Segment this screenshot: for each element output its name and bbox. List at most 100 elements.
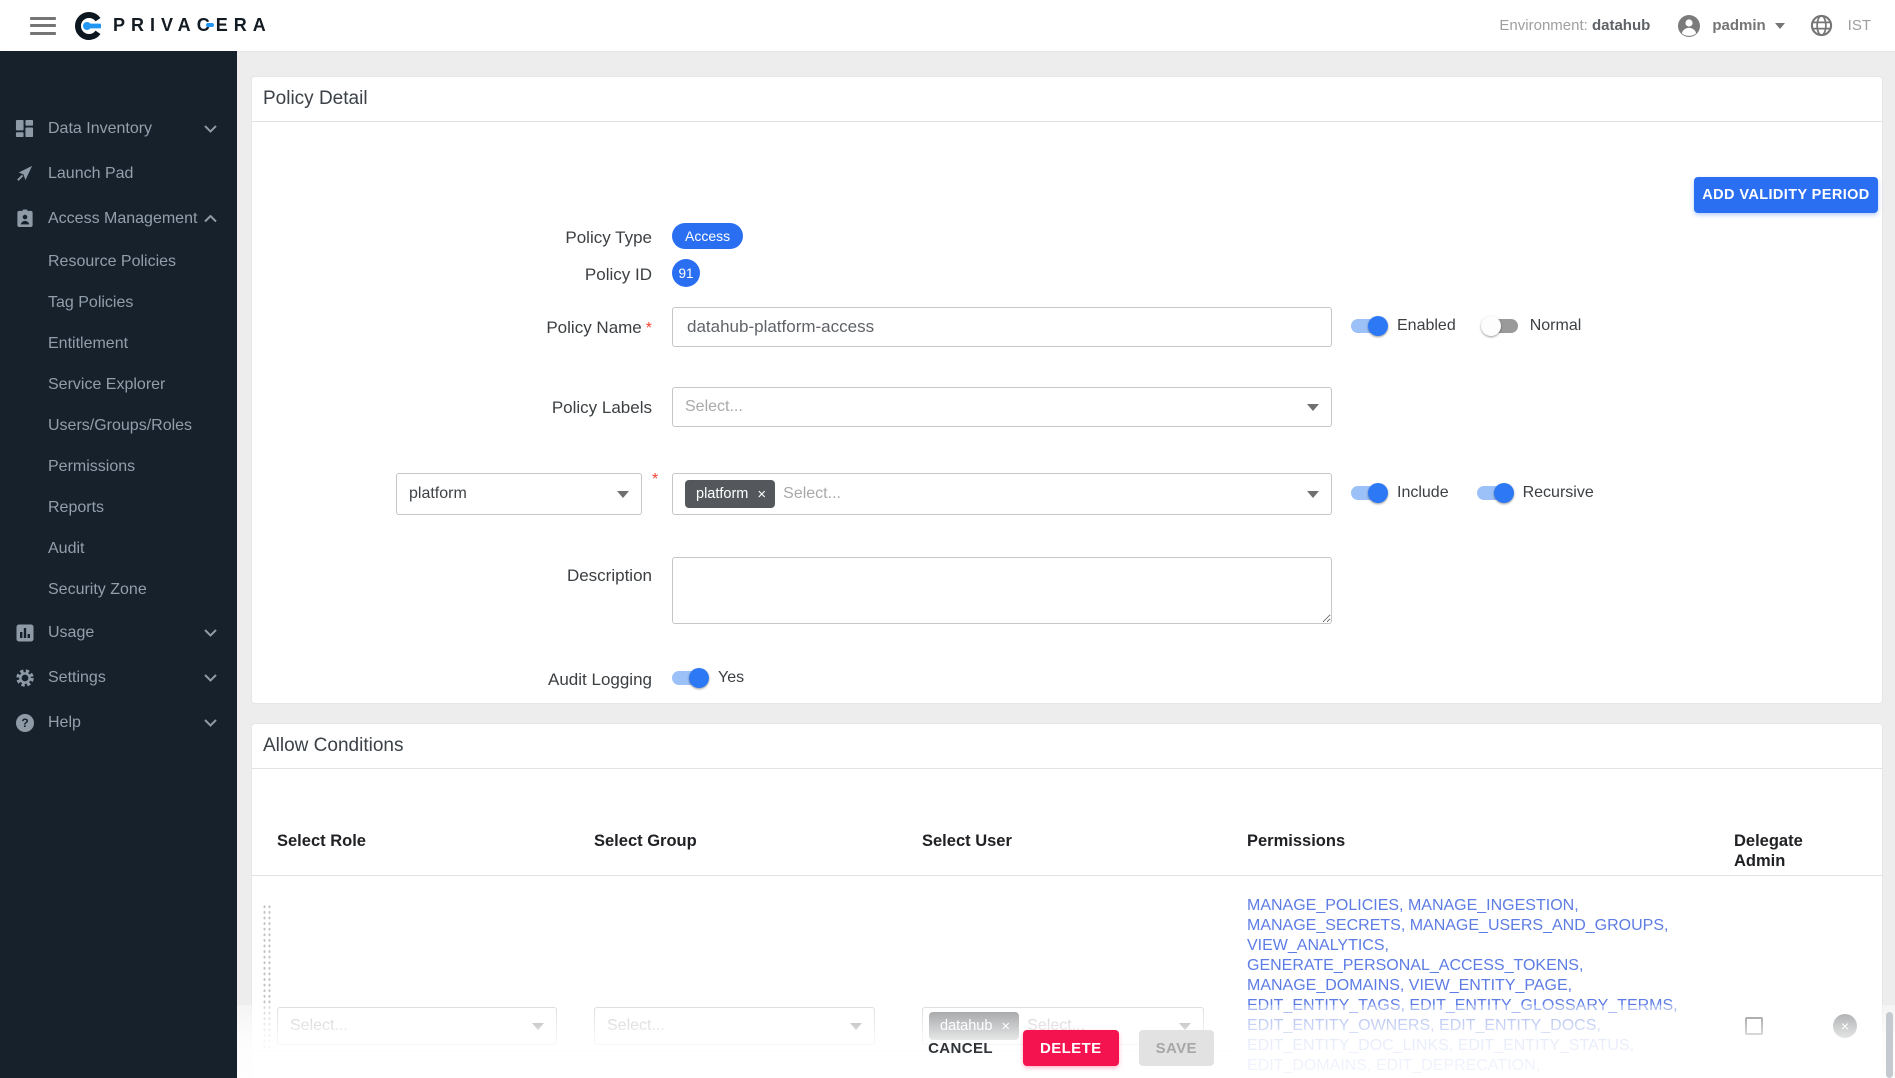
- sidebar-item-entitlement[interactable]: Entitlement: [0, 323, 237, 364]
- sidebar-item-label: Data Inventory: [48, 120, 152, 138]
- sidebar-subitem-label: Tag Policies: [48, 294, 133, 312]
- recursive-toggle[interactable]: [1477, 486, 1511, 500]
- chevron-down-icon: [1775, 23, 1785, 29]
- policy-name-label: Policy Name*: [252, 318, 652, 338]
- username: padmin: [1712, 17, 1765, 34]
- sidebar: Data Inventory Launch Pad Access Managem…: [0, 51, 237, 1078]
- policy-labels-select[interactable]: Select...: [672, 387, 1332, 427]
- save-button[interactable]: SAVE: [1139, 1030, 1214, 1066]
- action-footer: CANCEL DELETE SAVE: [237, 1018, 1895, 1078]
- column-header-select-role: Select Role: [277, 831, 366, 851]
- help-icon: ?: [14, 712, 35, 733]
- chart-icon: [14, 622, 35, 643]
- enabled-toggle-label: Enabled: [1397, 317, 1456, 335]
- sidebar-item-data-inventory[interactable]: Data Inventory: [0, 106, 237, 151]
- scrollbar-thumb[interactable]: [1886, 1012, 1893, 1078]
- chevron-down-icon: [204, 125, 217, 133]
- include-toggle[interactable]: [1351, 486, 1385, 500]
- resource-value-multiselect[interactable]: platform× Select...: [672, 473, 1332, 515]
- resource-chip: platform×: [685, 480, 775, 508]
- environment-text: Environment: datahub: [1499, 17, 1650, 34]
- policy-id-badge: 91: [672, 259, 700, 287]
- recursive-toggle-label: Recursive: [1523, 484, 1594, 502]
- sidebar-item-permissions[interactable]: Permissions: [0, 446, 237, 487]
- policy-id-label: Policy ID: [252, 265, 652, 285]
- policy-detail-card: Policy Detail ADD VALIDITY PERIOD Policy…: [251, 76, 1883, 704]
- include-toggle-label: Include: [1397, 484, 1449, 502]
- sidebar-item-label: Help: [48, 714, 81, 732]
- sidebar-item-label: Settings: [48, 669, 106, 687]
- description-label: Description: [252, 566, 652, 586]
- sidebar-subitem-label: Permissions: [48, 458, 135, 476]
- sidebar-item-settings[interactable]: Settings: [0, 655, 237, 700]
- chevron-down-icon: [204, 629, 217, 637]
- column-header-delegate-admin: Delegate Admin: [1734, 831, 1819, 871]
- policy-name-input[interactable]: [672, 307, 1332, 347]
- chip-remove-icon[interactable]: ×: [757, 487, 766, 502]
- gear-icon: [14, 667, 35, 688]
- main-content: Policy Detail ADD VALIDITY PERIOD Policy…: [237, 51, 1895, 1078]
- column-header-permissions: Permissions: [1247, 831, 1345, 851]
- normal-toggle[interactable]: [1484, 319, 1518, 333]
- sidebar-subitem-label: Users/Groups/Roles: [48, 417, 192, 435]
- policy-type-badge: Access: [672, 223, 743, 249]
- badge-icon: [14, 208, 35, 229]
- sidebar-item-reports[interactable]: Reports: [0, 487, 237, 528]
- required-marker: *: [652, 471, 658, 489]
- sidebar-subitem-label: Service Explorer: [48, 376, 165, 394]
- sidebar-item-label: Access Management: [48, 210, 197, 228]
- sidebar-item-access-management[interactable]: Access Management: [0, 196, 237, 241]
- globe-icon[interactable]: [1809, 13, 1834, 38]
- select-placeholder: Select...: [783, 485, 841, 503]
- sidebar-item-launch-pad[interactable]: Launch Pad: [0, 151, 237, 196]
- policy-type-label: Policy Type: [252, 228, 652, 248]
- svg-text:?: ?: [21, 716, 28, 730]
- cancel-button[interactable]: CANCEL: [918, 1030, 1003, 1066]
- sidebar-item-label: Usage: [48, 624, 94, 642]
- user-menu[interactable]: padmin: [1712, 17, 1784, 34]
- chevron-down-icon: [204, 719, 217, 727]
- description-textarea[interactable]: [672, 557, 1332, 624]
- add-validity-period-button[interactable]: ADD VALIDITY PERIOD: [1694, 177, 1878, 213]
- column-header-select-group: Select Group: [594, 831, 697, 851]
- rocket-icon: [14, 163, 35, 184]
- audit-logging-value: Yes: [718, 669, 744, 687]
- user-avatar-icon[interactable]: [1676, 13, 1702, 39]
- chevron-down-icon: [204, 674, 217, 682]
- sidebar-subitem-label: Resource Policies: [48, 253, 176, 271]
- required-marker: *: [646, 320, 652, 337]
- chevron-up-icon: [204, 215, 217, 223]
- dropdown-arrow-icon: [617, 491, 629, 498]
- grid-icon: [14, 118, 35, 139]
- select-placeholder: Select...: [685, 398, 743, 416]
- sidebar-item-users-groups-roles[interactable]: Users/Groups/Roles: [0, 405, 237, 446]
- policy-labels-label: Policy Labels: [252, 398, 652, 418]
- timezone-label: IST: [1848, 17, 1871, 34]
- environment-value: datahub: [1592, 17, 1650, 34]
- section-title: Allow Conditions: [252, 724, 1882, 769]
- topbar: PRIVACERA Environment: datahub padmin IS…: [0, 0, 1895, 51]
- logo-c-icon: [74, 11, 104, 41]
- dropdown-arrow-icon: [1307, 491, 1319, 498]
- menu-icon[interactable]: [30, 17, 56, 35]
- sidebar-item-security-zone[interactable]: Security Zone: [0, 569, 237, 610]
- sidebar-item-audit[interactable]: Audit: [0, 528, 237, 569]
- sidebar-item-usage[interactable]: Usage: [0, 610, 237, 655]
- audit-logging-toggle[interactable]: [672, 671, 706, 685]
- sidebar-subitem-label: Security Zone: [48, 581, 147, 599]
- enabled-toggle[interactable]: [1351, 319, 1385, 333]
- sidebar-subitem-label: Audit: [48, 540, 84, 558]
- sidebar-subitem-label: Entitlement: [48, 335, 128, 353]
- sidebar-item-help[interactable]: ? Help: [0, 700, 237, 745]
- delete-button[interactable]: DELETE: [1023, 1030, 1119, 1066]
- normal-toggle-label: Normal: [1530, 317, 1582, 335]
- sidebar-item-resource-policies[interactable]: Resource Policies: [0, 241, 237, 282]
- divider: [252, 875, 1882, 876]
- audit-logging-label: Audit Logging: [252, 670, 652, 690]
- resource-type-select[interactable]: platform: [396, 473, 642, 515]
- app-window: PRIVACERA Environment: datahub padmin IS…: [0, 0, 1895, 1078]
- sidebar-item-service-explorer[interactable]: Service Explorer: [0, 364, 237, 405]
- column-header-select-user: Select User: [922, 831, 1012, 851]
- sidebar-item-tag-policies[interactable]: Tag Policies: [0, 282, 237, 323]
- dropdown-arrow-icon: [1307, 404, 1319, 411]
